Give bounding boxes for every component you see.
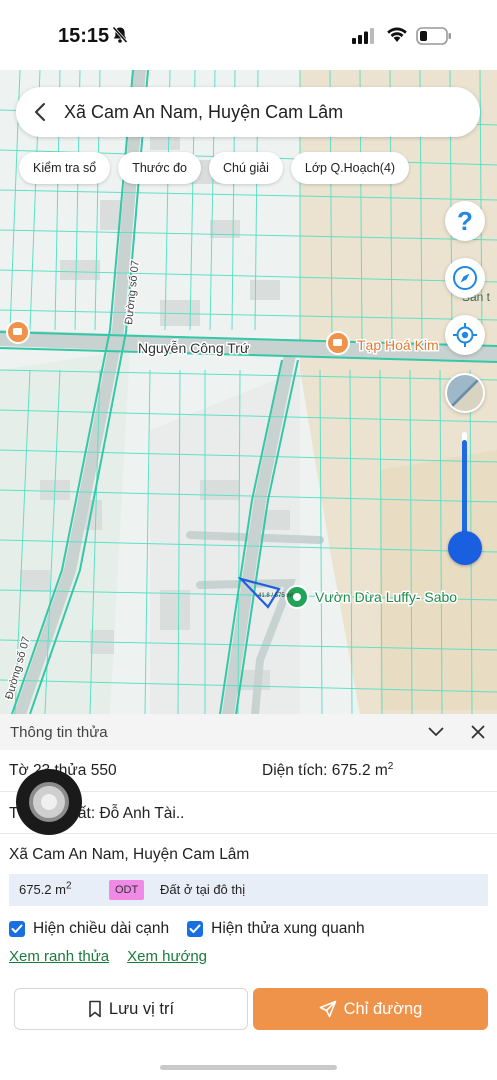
status-bar: 15:15 xyxy=(0,0,497,70)
chip-planning-layers[interactable]: Lớp Q.Hoạch(4) xyxy=(290,152,410,184)
parcel-area: Diện tích: 675.2 m2 xyxy=(262,760,394,780)
map-layer-thumbnail-icon xyxy=(447,375,483,411)
assistive-touch-core xyxy=(41,794,57,810)
location-title: Xã Cam An Nam, Huyện Cam Lâm xyxy=(64,101,344,122)
assistive-touch-button[interactable] xyxy=(16,769,82,835)
parcel-address: Xã Cam An Nam, Huyện Cam Lâm xyxy=(9,846,250,863)
compass-button[interactable] xyxy=(445,258,485,298)
panel-title: Thông tin thửa xyxy=(10,723,108,741)
back-arrow-icon[interactable] xyxy=(18,87,62,137)
poi-label-tap-hoa-kim[interactable]: Tạp Hoá Kim xyxy=(356,336,441,355)
cellular-signal-icon xyxy=(352,28,376,49)
parcel-area-unit-sup: 2 xyxy=(387,760,394,772)
battery-icon xyxy=(416,27,452,50)
land-use-area: 675.2 m2 xyxy=(19,880,72,897)
home-indicator[interactable] xyxy=(160,1065,337,1070)
bookmark-icon xyxy=(89,1000,101,1018)
show-edge-length-checkbox[interactable] xyxy=(9,921,25,937)
close-icon[interactable] xyxy=(467,722,489,742)
show-surrounding-parcels-label[interactable]: Hiện thửa xung quanh xyxy=(211,920,364,938)
land-use-row: 675.2 m2 ODT Đất ở tại đô thị xyxy=(9,874,488,906)
address-row: Xã Cam An Nam, Huyện Cam Lâm xyxy=(0,834,497,874)
show-surrounding-parcels-checkbox[interactable] xyxy=(187,921,204,937)
question-mark-icon: ? xyxy=(457,205,473,236)
land-use-description: Đất ở tại đô thị xyxy=(160,882,246,897)
land-use-code-badge: ODT xyxy=(109,880,145,900)
parcel-area-text: Diện tích: 675.2 m xyxy=(262,762,388,779)
directions-label: Chỉ đường xyxy=(343,999,423,1018)
status-time: 15:15 xyxy=(58,25,110,47)
help-button[interactable]: ? xyxy=(445,201,485,241)
land-use-area-text: 675.2 m xyxy=(19,882,66,897)
land-use-area-sup: 2 xyxy=(65,880,72,892)
send-arrow-icon xyxy=(319,1000,336,1018)
road-label-nguyen-cong-tru: Nguyễn Công Trứ xyxy=(138,340,249,356)
chip-legend[interactable]: Chú giải xyxy=(209,152,283,184)
chip-ruler[interactable]: Thước đo xyxy=(118,152,201,184)
opacity-slider-handle[interactable] xyxy=(448,531,482,565)
parcel-measure-label: 41.8 / 675 m² xyxy=(258,593,293,599)
view-direction-link[interactable]: Xem hướng xyxy=(127,948,207,965)
directions-button[interactable]: Chỉ đường xyxy=(253,988,488,1030)
display-options: Hiện chiều dài cạnh Hiện thửa xung quanh xyxy=(9,918,365,940)
show-edge-length-label[interactable]: Hiện chiều dài cạnh xyxy=(33,920,169,938)
wifi-icon xyxy=(385,25,409,48)
assistive-touch-ring xyxy=(29,782,69,822)
panel-header: Thông tin thửa xyxy=(0,714,497,750)
parcel-links: Xem ranh thửa Xem hướng xyxy=(9,948,207,965)
chevron-down-icon[interactable] xyxy=(425,722,447,742)
my-location-button[interactable] xyxy=(445,315,485,355)
tool-chips: Kiểm tra sổ Thước đo Chú giải Lớp Q.Hoạc… xyxy=(19,152,410,184)
map-layer-button[interactable] xyxy=(445,373,485,413)
save-location-button[interactable]: Lưu vị trí xyxy=(14,988,248,1030)
compass-icon xyxy=(453,266,477,290)
poi-label-vuon-dua[interactable]: Vườn Dừa Luffy- Sabo xyxy=(314,588,459,607)
location-header[interactable]: Xã Cam An Nam, Huyện Cam Lâm xyxy=(16,87,480,137)
view-boundary-link[interactable]: Xem ranh thửa xyxy=(9,948,109,965)
crosshair-icon xyxy=(453,323,477,347)
chip-check-certificate[interactable]: Kiểm tra sổ xyxy=(19,152,111,184)
save-location-label: Lưu vị trí xyxy=(108,999,175,1018)
bell-muted-icon xyxy=(112,26,128,49)
